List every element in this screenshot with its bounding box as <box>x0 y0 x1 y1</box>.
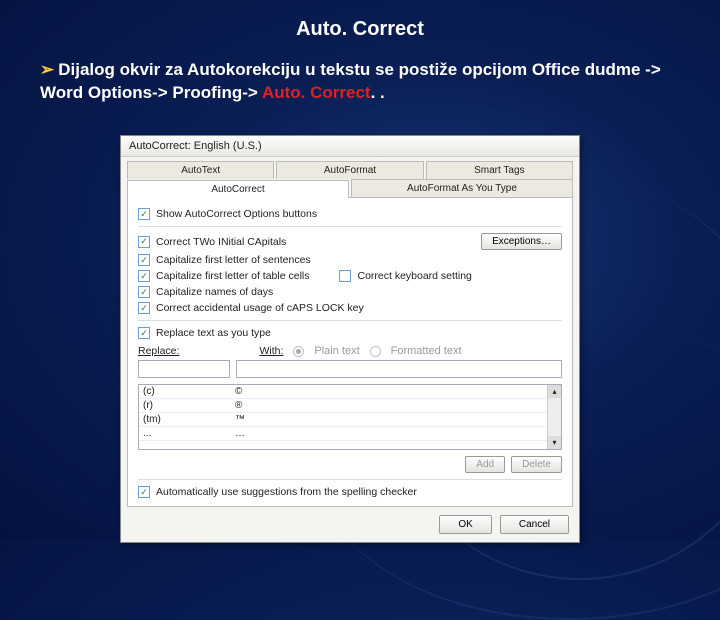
checkbox-show-options[interactable] <box>138 208 150 220</box>
label-days: Capitalize names of days <box>156 286 273 298</box>
desc-post: . . <box>371 83 385 102</box>
cell-replace: (tm) <box>139 413 231 426</box>
autocorrect-dialog: AutoCorrect: English (U.S.) AutoText Aut… <box>120 135 580 543</box>
replace-label: Replace: <box>138 345 179 357</box>
cell-with: ™ <box>231 413 547 426</box>
replace-input[interactable] <box>138 360 230 378</box>
dialog-panel: Show AutoCorrect Options buttons Correct… <box>127 197 573 507</box>
tab-autotext[interactable]: AutoText <box>127 161 274 179</box>
desc-highlight: Auto. Correct <box>262 83 371 102</box>
checkbox-first-sentence[interactable] <box>138 254 150 266</box>
bullet-arrow: ➢ <box>40 60 54 79</box>
table-scrollbar[interactable]: ▴ ▾ <box>547 385 561 449</box>
add-button[interactable]: Add <box>465 456 505 473</box>
checkbox-correct-keyboard[interactable] <box>339 270 351 282</box>
label-two-initial: Correct TWo INitial CApitals <box>156 236 286 248</box>
label-replace-text: Replace text as you type <box>156 327 271 339</box>
with-label: With: <box>259 345 283 357</box>
checkbox-replace-text[interactable] <box>138 327 150 339</box>
label-plain-text: Plain text <box>314 345 359 357</box>
radio-formatted-text[interactable] <box>370 346 381 357</box>
cell-with: ® <box>231 399 547 412</box>
cell-replace: ... <box>139 427 231 440</box>
cell-replace: (c) <box>139 385 231 398</box>
cell-with: … <box>231 427 547 440</box>
with-input[interactable] <box>236 360 562 378</box>
checkbox-first-cell[interactable] <box>138 270 150 282</box>
checkbox-days[interactable] <box>138 286 150 298</box>
table-row[interactable]: ... … <box>139 427 547 441</box>
slide-title: Auto. Correct <box>0 0 720 41</box>
scroll-down-icon[interactable]: ▾ <box>548 436 561 449</box>
checkbox-two-initial[interactable] <box>138 236 150 248</box>
label-auto-spell: Automatically use suggestions from the s… <box>156 486 417 498</box>
table-row[interactable]: (c) © <box>139 385 547 399</box>
tab-autocorrect[interactable]: AutoCorrect <box>127 180 349 198</box>
dialog-titlebar: AutoCorrect: English (U.S.) <box>121 136 579 157</box>
table-row[interactable]: (r) ® <box>139 399 547 413</box>
tab-autoformat-type[interactable]: AutoFormat As You Type <box>351 179 573 197</box>
label-correct-keyboard: Correct keyboard setting <box>357 270 471 282</box>
cell-replace: (r) <box>139 399 231 412</box>
delete-button[interactable]: Delete <box>511 456 562 473</box>
label-first-sentence: Capitalize first letter of sentences <box>156 254 311 266</box>
cancel-button[interactable]: Cancel <box>500 515 569 534</box>
checkbox-auto-spell[interactable] <box>138 486 150 498</box>
label-first-cell: Capitalize first letter of table cells <box>156 270 309 282</box>
dialog-footer: OK Cancel <box>121 507 579 542</box>
tabs-row-top: AutoText AutoFormat Smart Tags <box>121 157 579 179</box>
cell-with: © <box>231 385 547 398</box>
tab-smart-tags[interactable]: Smart Tags <box>426 161 573 179</box>
ok-button[interactable]: OK <box>439 515 491 534</box>
replacement-table[interactable]: (c) © (r) ® (tm) ™ ... … ▴ ▾ <box>138 384 562 450</box>
checkbox-caps-lock[interactable] <box>138 302 150 314</box>
table-row[interactable]: (tm) ™ <box>139 413 547 427</box>
label-show-options: Show AutoCorrect Options buttons <box>156 208 317 220</box>
slide-description: ➢Dijalog okvir za Autokorekciju u tekstu… <box>0 41 720 105</box>
label-formatted-text: Formatted text <box>391 345 462 357</box>
label-caps-lock: Correct accidental usage of cAPS LOCK ke… <box>156 302 364 314</box>
radio-plain-text[interactable] <box>293 346 304 357</box>
tabs-row-bottom: AutoCorrect AutoFormat As You Type <box>121 179 579 197</box>
exceptions-button[interactable]: Exceptions… <box>481 233 562 250</box>
tab-autoformat[interactable]: AutoFormat <box>276 161 423 179</box>
scroll-up-icon[interactable]: ▴ <box>548 385 561 398</box>
